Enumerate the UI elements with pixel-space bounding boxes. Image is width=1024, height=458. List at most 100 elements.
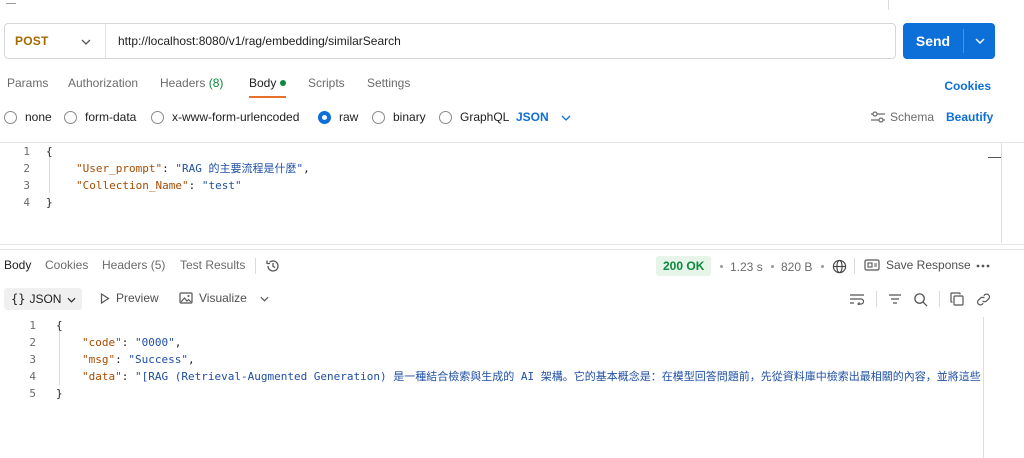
wrap-lines-button[interactable] [848, 290, 866, 308]
json-trail: , [174, 336, 182, 349]
history-icon [266, 260, 279, 272]
response-format-select[interactable]: {} JSON [4, 288, 82, 310]
radio-circle [151, 110, 164, 124]
json-key: "code" [82, 336, 122, 349]
response-tab-headers[interactable]: Headers (5) [102, 258, 165, 272]
top-strip [0, 0, 1024, 12]
send-button[interactable]: Send [903, 33, 963, 49]
radio-urlencoded-label: x-www-form-urlencoded [172, 110, 300, 124]
preview-button[interactable]: Preview [100, 291, 159, 305]
body-indicator-dot [280, 80, 287, 86]
copy-button[interactable] [948, 290, 966, 308]
send-dropdown-button[interactable] [964, 38, 995, 44]
history-button[interactable] [264, 257, 282, 275]
json-key: "Collection_Name" [76, 179, 189, 192]
beautify-button[interactable]: Beautify [946, 110, 993, 124]
tab-params[interactable]: Params [7, 76, 48, 98]
radio-circle-checked [318, 110, 331, 124]
visualize-label: Visualize [199, 291, 247, 305]
method-label: POST [15, 34, 49, 48]
radio-urlencoded[interactable]: x-www-form-urlencoded [151, 108, 299, 126]
save-response-icon [864, 259, 880, 271]
response-scrollbar[interactable] [983, 317, 984, 458]
body-format-select[interactable]: JSON [516, 110, 571, 124]
filter-button[interactable] [886, 290, 904, 308]
indent-guide [49, 157, 50, 193]
json-key: "User_prompt" [76, 162, 163, 175]
json-value: "test" [201, 179, 242, 192]
radio-none-label: none [25, 110, 52, 124]
copy-icon [950, 292, 964, 306]
chevron-down-icon [81, 34, 91, 48]
code-text: } [56, 387, 63, 400]
response-tab-body[interactable]: Body [4, 258, 31, 272]
radio-form-data[interactable]: form-data [64, 108, 136, 126]
toolbar-separator [854, 258, 855, 274]
copy-link-button[interactable] [974, 290, 992, 308]
divider [0, 244, 1024, 245]
radio-none[interactable]: none [4, 108, 52, 126]
line-number: 3 [23, 179, 30, 192]
toolbar-separator [255, 258, 256, 274]
tab-authorization[interactable]: Authorization [68, 76, 138, 98]
braces-icon: {} [11, 292, 26, 306]
editor-scroll-marker [988, 157, 1002, 158]
radio-graphql[interactable]: GraphQL [439, 108, 509, 126]
tab-headers-label: Headers [160, 76, 206, 90]
image-icon [179, 292, 193, 304]
visualize-dropdown[interactable] [255, 290, 273, 308]
toolbar-separator [876, 291, 877, 307]
sliders-icon [871, 111, 885, 123]
schema-button[interactable]: Schema [870, 110, 934, 124]
body-format-label: JSON [516, 110, 549, 124]
radio-binary[interactable]: binary [372, 108, 426, 126]
line-number: 4 [29, 370, 36, 383]
search-button[interactable] [911, 290, 929, 308]
radio-form-data-label: form-data [85, 110, 137, 124]
request-body-editor[interactable]: 1 { 2 "User_prompt": "RAG 的主要流程是什麼", 3 "… [0, 143, 1000, 241]
network-info-button[interactable] [830, 257, 848, 275]
radio-circle [439, 110, 452, 124]
response-format-label: JSON [29, 292, 62, 306]
radio-binary-label: binary [393, 110, 426, 124]
tab-headers[interactable]: Headers (8) [160, 76, 223, 98]
top-left-mark [6, 0, 16, 4]
line-number: 1 [29, 319, 36, 332]
json-trail: , [187, 353, 195, 366]
tab-body[interactable]: Body [249, 76, 287, 98]
visualize-button[interactable]: Visualize [179, 291, 247, 305]
indent-guide [59, 331, 60, 385]
link-icon [976, 292, 990, 306]
json-key: "data" [82, 370, 122, 383]
line-number: 2 [23, 162, 30, 175]
more-options-button[interactable] [974, 257, 992, 275]
code-text: "User_prompt": "RAG 的主要流程是什麼", [76, 162, 310, 175]
status-badge[interactable]: 200 OK [656, 256, 712, 276]
tab-body-label: Body [249, 76, 277, 90]
json-key: "msg" [82, 353, 116, 366]
meta-separator [720, 265, 723, 268]
response-size[interactable]: 820 B [781, 260, 812, 274]
tab-scripts[interactable]: Scripts [308, 76, 345, 98]
response-time[interactable]: 1.23 s [730, 260, 763, 274]
response-body-viewer[interactable]: 1 { 2 "code": "0000", 3 "msg": "Success"… [0, 317, 982, 458]
code-text: "data": "[RAG (Retrieval-Augmented Gener… [82, 368, 982, 385]
tab-settings[interactable]: Settings [367, 76, 410, 98]
play-triangle-icon [100, 292, 110, 304]
url-input[interactable] [106, 24, 895, 58]
code-text: } [46, 196, 53, 209]
cookies-link[interactable]: Cookies [944, 79, 991, 93]
request-scrollbar[interactable] [1001, 143, 1002, 243]
divider [0, 249, 1024, 250]
method-select[interactable]: POST [5, 24, 106, 58]
save-response-button[interactable]: Save Response [864, 258, 971, 272]
schema-label: Schema [890, 110, 935, 124]
radio-raw[interactable]: raw [318, 108, 358, 126]
response-tab-test-results[interactable]: Test Results [180, 258, 245, 272]
response-headers-count: (5) [150, 258, 166, 272]
json-value: "0000" [135, 336, 175, 349]
response-tab-headers-label: Headers [102, 258, 148, 272]
response-tab-cookies[interactable]: Cookies [45, 258, 88, 272]
line-number: 5 [29, 387, 36, 400]
chevron-down-icon [67, 292, 77, 306]
